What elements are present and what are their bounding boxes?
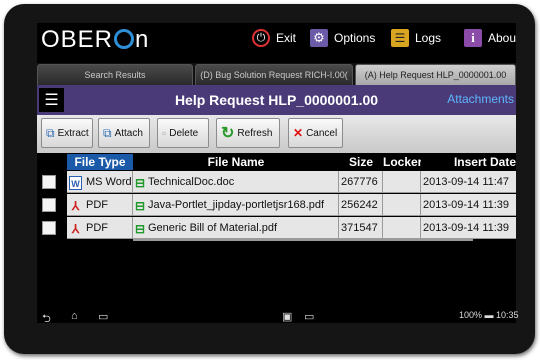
save-icon: ⊟ — [135, 199, 146, 213]
file-name: Generic Bill of Material.pdf — [148, 222, 277, 234]
file-name: Java-Portlet_jipday-portletjsr168.pdf — [148, 199, 325, 211]
exit-button[interactable]: ⏻ Exit — [252, 25, 296, 51]
file-name-cell: ⊟ Java-Portlet_jipday-portletjsr168.pdf — [133, 194, 339, 216]
cancel-label: Cancel — [306, 127, 338, 139]
options-button[interactable]: ⚙ Options — [310, 25, 375, 51]
close-icon: ✕ — [293, 126, 304, 140]
delete-label: Delete — [169, 127, 199, 139]
attach-label: Attach — [114, 127, 143, 139]
logs-icon: ☰ — [391, 29, 409, 47]
options-label: Options — [334, 31, 376, 45]
page-title: Help Request HLP_0000001.00 — [174, 92, 379, 108]
delete-icon: ▫ — [162, 126, 167, 140]
column-header-file-type[interactable]: File Type — [67, 154, 133, 170]
row-checkbox[interactable] — [42, 198, 56, 212]
table-row[interactable]: ⅄ PDF ⊟ Java-Portlet_jipday-portletjsr168.… — [37, 194, 516, 216]
file-size: 267776 — [339, 171, 383, 193]
file-type: MS Word — [86, 176, 132, 188]
row-select-cell — [37, 194, 67, 216]
title-bar: Help Request HLP_0000001.00 ☰ Attachment… — [37, 85, 516, 115]
tablet-frame: OBERn ⏻ Exit ⚙ Options ☰ Logs i About Se… — [4, 4, 535, 354]
file-size: 371547 — [339, 217, 383, 239]
menu-button[interactable]: ☰ — [39, 88, 64, 112]
screenshot-icon[interactable]: ▣ — [282, 310, 292, 323]
keyboard-icon[interactable]: ▭ — [304, 310, 314, 323]
oberon-logo: OBER n — [41, 26, 150, 53]
hamburger-icon: ☰ — [44, 92, 59, 109]
attach-icon: ⧉ — [103, 125, 112, 140]
insert-date: 2013-09-14 11:39 — [421, 194, 516, 216]
word-icon: W — [69, 176, 82, 190]
cancel-button[interactable]: ✕ Cancel — [288, 118, 343, 148]
refresh-icon: ↻ — [221, 125, 235, 142]
pdf-icon: ⅄ — [71, 222, 80, 236]
insert-date: 2013-09-14 11:39 — [421, 217, 516, 239]
row-checkbox[interactable] — [42, 221, 56, 235]
file-type-cell: ⅄ PDF — [67, 194, 133, 216]
file-type-cell: ⅄ PDF — [67, 217, 133, 239]
column-header-size[interactable]: Size — [339, 154, 383, 170]
insert-date: 2013-09-14 11:47 — [421, 171, 516, 193]
toolbar: ⧉ Extract ⧉ Attach ▫ Delete ↻ Refresh ✕ … — [37, 115, 516, 153]
pdf-icon: ⅄ — [71, 199, 80, 213]
column-header-insert-date[interactable]: Insert Date — [421, 154, 516, 170]
exit-label: Exit — [276, 31, 297, 45]
logs-label: Logs — [415, 31, 442, 45]
tab-search-results[interactable]: Search Results — [37, 64, 193, 85]
logs-button[interactable]: ☰ Logs — [391, 25, 441, 51]
file-name: TechnicalDoc.doc — [148, 176, 235, 188]
gear-icon: ⚙ — [310, 29, 328, 47]
home-icon[interactable]: ⌂ — [71, 310, 78, 322]
back-icon[interactable]: ⮌ — [42, 310, 51, 329]
attachments-link[interactable]: Attachments — [447, 85, 514, 113]
file-name-cell: ⊟ Generic Bill of Material.pdf — [133, 217, 339, 239]
file-locker — [383, 171, 421, 193]
file-name-cell: ⊟ TechnicalDoc.doc — [133, 171, 339, 193]
file-locker — [383, 194, 421, 216]
file-type: PDF — [86, 222, 108, 234]
refresh-label: Refresh — [237, 127, 273, 139]
attach-button[interactable]: ⧉ Attach — [98, 118, 150, 148]
horizontal-scrollbar[interactable] — [133, 239, 473, 241]
row-checkbox[interactable] — [42, 175, 56, 189]
screen: OBERn ⏻ Exit ⚙ Options ☰ Logs i About Se… — [37, 23, 516, 323]
tab-bar: Search Results (D) Bug Solution Request … — [37, 63, 516, 85]
save-icon: ⊟ — [135, 222, 146, 236]
tab-help-request[interactable]: (A) Help Request HLP_0000001.00 — [355, 64, 516, 85]
extract-icon: ⧉ — [46, 125, 55, 140]
file-size: 256242 — [339, 194, 383, 216]
row-select-cell — [37, 217, 67, 239]
extract-button[interactable]: ⧉ Extract — [41, 118, 93, 148]
app-header: OBERn ⏻ Exit ⚙ Options ☰ Logs i About — [37, 23, 516, 61]
refresh-button[interactable]: ↻ Refresh — [216, 118, 280, 148]
file-locker — [383, 217, 421, 239]
column-header-file-name[interactable]: File Name — [133, 154, 339, 170]
delete-button[interactable]: ▫ Delete — [157, 118, 209, 148]
row-select-cell — [37, 171, 67, 193]
column-header-locker[interactable]: Locker — [383, 154, 422, 170]
extract-label: Extract — [57, 127, 89, 139]
tab-bug-solution-request[interactable]: (D) Bug Solution Request RICH-I.00( — [195, 64, 353, 85]
save-icon: ⊟ — [135, 176, 146, 190]
info-icon: i — [464, 29, 482, 47]
file-type-cell: W MS Word — [67, 171, 133, 193]
status-area: 100% ▬ 10:35 — [459, 310, 519, 320]
recent-apps-icon[interactable]: ▭ — [98, 310, 108, 323]
about-label: About — [488, 31, 516, 45]
about-button[interactable]: i About — [464, 25, 516, 51]
table-row[interactable]: W MS Word ⊟ TechnicalDoc.doc 267776 2013-0… — [37, 171, 516, 193]
power-icon: ⏻ — [252, 29, 270, 47]
file-type: PDF — [86, 199, 108, 211]
table-row[interactable]: ⅄ PDF ⊟ Generic Bill of Material.pdf 37154… — [37, 217, 516, 239]
